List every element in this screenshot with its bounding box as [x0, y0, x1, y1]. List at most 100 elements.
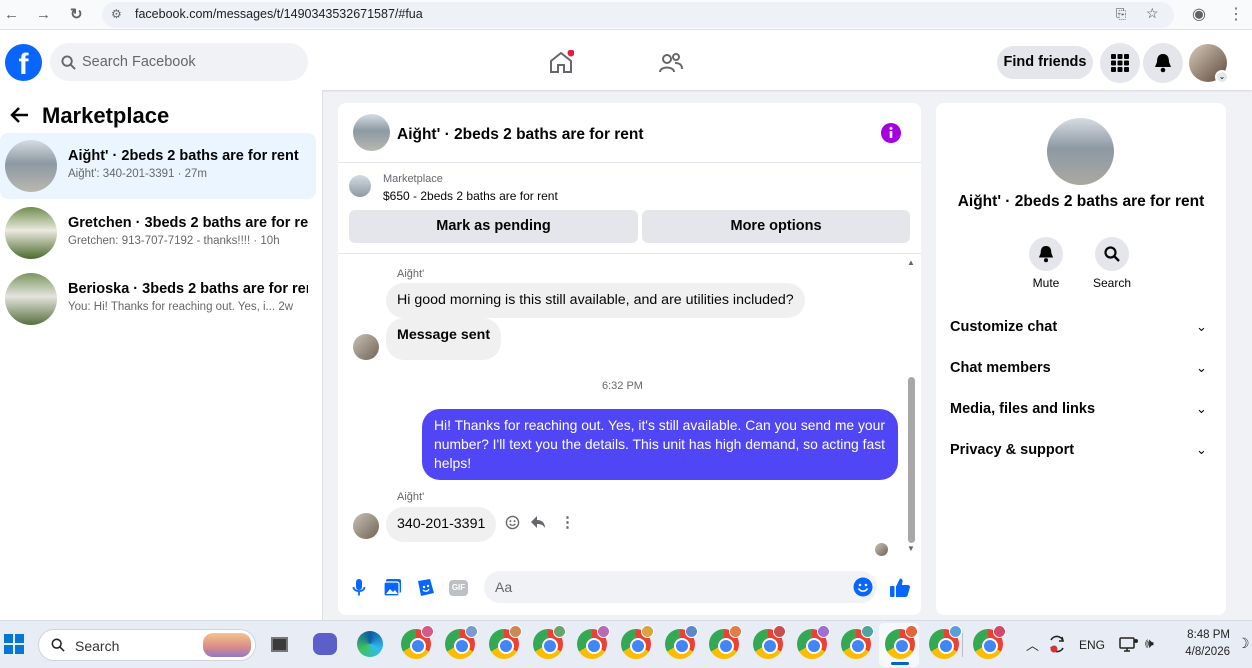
gif-button[interactable]: GIF	[449, 580, 468, 596]
info-icon[interactable]	[881, 123, 901, 143]
chrome-icon[interactable]	[621, 625, 654, 659]
mute-button[interactable]	[1029, 237, 1063, 271]
url-text: facebook.com/messages/t/1490343532671587…	[135, 7, 423, 21]
chrome-icon[interactable]	[665, 625, 698, 659]
facebook-logo-icon[interactable]: f	[5, 44, 42, 81]
bookmark-star-icon[interactable]: ☆	[1146, 5, 1159, 22]
listing-text[interactable]: $650 - 2beds 2 baths are for rent	[383, 189, 558, 203]
sender-name: Aiğht'	[397, 268, 425, 280]
search-in-conversation-button[interactable]	[1095, 237, 1129, 271]
network-icon[interactable]	[1119, 637, 1139, 653]
reload-icon[interactable]: ↻	[70, 5, 83, 25]
more-actions-icon[interactable]: ⋮	[560, 513, 575, 531]
install-app-icon[interactable]: ⎘	[1116, 6, 1126, 22]
mark-as-pending-button[interactable]: Mark as pending	[349, 210, 638, 243]
message-placeholder: Aa	[495, 579, 513, 595]
sticker-icon[interactable]	[416, 578, 435, 597]
chrome-icon[interactable]	[401, 625, 434, 659]
outgoing-message[interactable]: Hi! Thanks for reaching out. Yes, it's s…	[422, 409, 898, 480]
search-placeholder: Search Facebook	[82, 54, 196, 70]
chat-details-title: Aiğht' · 2beds 2 baths are for rent	[957, 193, 1205, 210]
clock-time[interactable]: 8:48 PM	[1170, 629, 1230, 641]
chat-title: Aiğht' · 2beds 2 baths are for rent	[397, 126, 644, 143]
edge-icon[interactable]	[357, 631, 383, 657]
back-icon[interactable]: ←	[4, 5, 19, 25]
seen-avatar	[875, 543, 888, 556]
listing-label: Marketplace	[383, 173, 443, 185]
address-bar[interactable]: ⚙ facebook.com/messages/t/14903435326715…	[102, 2, 1174, 28]
home-icon[interactable]	[548, 50, 574, 74]
incoming-message[interactable]: 340-201-3391	[386, 507, 497, 542]
conversation-title: Aiğht' · 2beds 2 baths are for rent	[68, 148, 299, 164]
chrome-icon[interactable]	[841, 625, 874, 659]
menu-button[interactable]	[1100, 43, 1140, 83]
photo-icon[interactable]	[383, 578, 402, 597]
divider	[338, 162, 921, 163]
chrome-icon[interactable]	[709, 625, 742, 659]
conversation-subtitle: Gretchen: 913-707-7192 - thanks!!!! · 10…	[68, 235, 280, 247]
chrome-icon[interactable]	[929, 625, 962, 659]
like-thumb-icon[interactable]	[889, 577, 911, 598]
emoji-icon[interactable]	[853, 577, 873, 597]
language-indicator[interactable]: ENG	[1079, 638, 1105, 652]
forward-icon[interactable]: →	[36, 5, 51, 25]
scroll-down-icon[interactable]: ▼	[907, 544, 915, 553]
privacy-support-item[interactable]: Privacy & support	[950, 442, 1074, 458]
search-label: Search	[1092, 276, 1132, 290]
browser-menu-icon[interactable]: ⋮	[1228, 5, 1244, 25]
search-icon	[1104, 246, 1120, 262]
find-friends-button[interactable]: Find friends	[997, 46, 1093, 79]
chrome-icon[interactable]	[445, 625, 478, 659]
chrome-icon[interactable]	[797, 625, 830, 659]
reply-icon[interactable]	[530, 515, 546, 530]
more-options-button[interactable]: More options	[642, 210, 910, 243]
chevron-down-icon[interactable]: ⌄	[1196, 319, 1207, 335]
message-scrollbar[interactable]: ▲ ▼	[906, 255, 917, 555]
chat-profile-image[interactable]	[1047, 118, 1114, 185]
conversation-title: Gretchen · 3beds 2 baths are for re...	[68, 215, 308, 231]
search-facebook-input[interactable]: Search Facebook	[50, 43, 308, 81]
customize-chat-item[interactable]: Customize chat	[950, 319, 1057, 335]
scrollbar-thumb[interactable]	[908, 377, 915, 543]
chevron-down-icon[interactable]: ⌄	[1196, 401, 1207, 417]
chevron-down-icon[interactable]: ⌄	[1196, 360, 1207, 376]
message-input[interactable]: Aa	[484, 571, 877, 603]
chrome-icon[interactable]	[973, 625, 1006, 659]
profile-icon[interactable]: ◉	[1192, 5, 1206, 25]
windows-taskbar: Search ︿ ENG 🕪 8:48 PM 4/8/2026 ☽	[0, 620, 1252, 668]
site-settings-icon[interactable]: ⚙	[111, 7, 122, 21]
friends-icon[interactable]	[658, 51, 684, 75]
teams-icon[interactable]	[313, 633, 337, 655]
clock-date[interactable]: 4/8/2026	[1170, 646, 1230, 658]
incoming-message[interactable]: Hi good morning is this still available,…	[386, 283, 805, 318]
conversation-item[interactable]: Gretchen · 3beds 2 baths are for re... G…	[0, 200, 316, 266]
active-indicator	[891, 662, 909, 665]
chat-members-item[interactable]: Chat members	[950, 360, 1051, 376]
volume-icon[interactable]: 🕪	[1145, 635, 1154, 652]
notifications-moon-icon[interactable]: ☽	[1237, 635, 1250, 652]
react-emoji-icon[interactable]	[505, 515, 520, 530]
taskbar-search[interactable]: Search	[38, 629, 256, 661]
chrome-icon[interactable]	[533, 625, 566, 659]
taskbar-search-label: Search	[75, 638, 120, 654]
chrome-icon[interactable]	[577, 625, 610, 659]
scroll-up-icon[interactable]: ▲	[907, 258, 915, 267]
task-view-icon[interactable]	[271, 637, 288, 652]
incoming-message[interactable]: Message sent	[386, 318, 502, 360]
chrome-icon[interactable]	[489, 625, 522, 659]
conversation-item[interactable]: Aiğht' · 2beds 2 baths are for rent Aiğh…	[0, 133, 316, 199]
sync-icon[interactable]	[1048, 635, 1066, 653]
conversation-item[interactable]: Berioska · 3beds 2 baths are for rent Yo…	[0, 266, 316, 332]
profile-avatar[interactable]: ⌄	[1189, 44, 1229, 84]
chevron-down-icon[interactable]: ⌄	[1196, 442, 1207, 458]
chrome-icon[interactable]	[885, 625, 918, 659]
show-hidden-icons[interactable]: ︿	[1026, 635, 1039, 654]
divider	[338, 253, 921, 254]
windows-start-icon[interactable]	[4, 634, 24, 654]
media-files-links-item[interactable]: Media, files and links	[950, 401, 1095, 417]
sender-name: Aiğht'	[397, 491, 425, 503]
notifications-button[interactable]	[1143, 43, 1183, 83]
microphone-icon[interactable]	[352, 578, 366, 598]
back-arrow-icon[interactable]	[10, 106, 30, 124]
chrome-icon[interactable]	[753, 625, 786, 659]
